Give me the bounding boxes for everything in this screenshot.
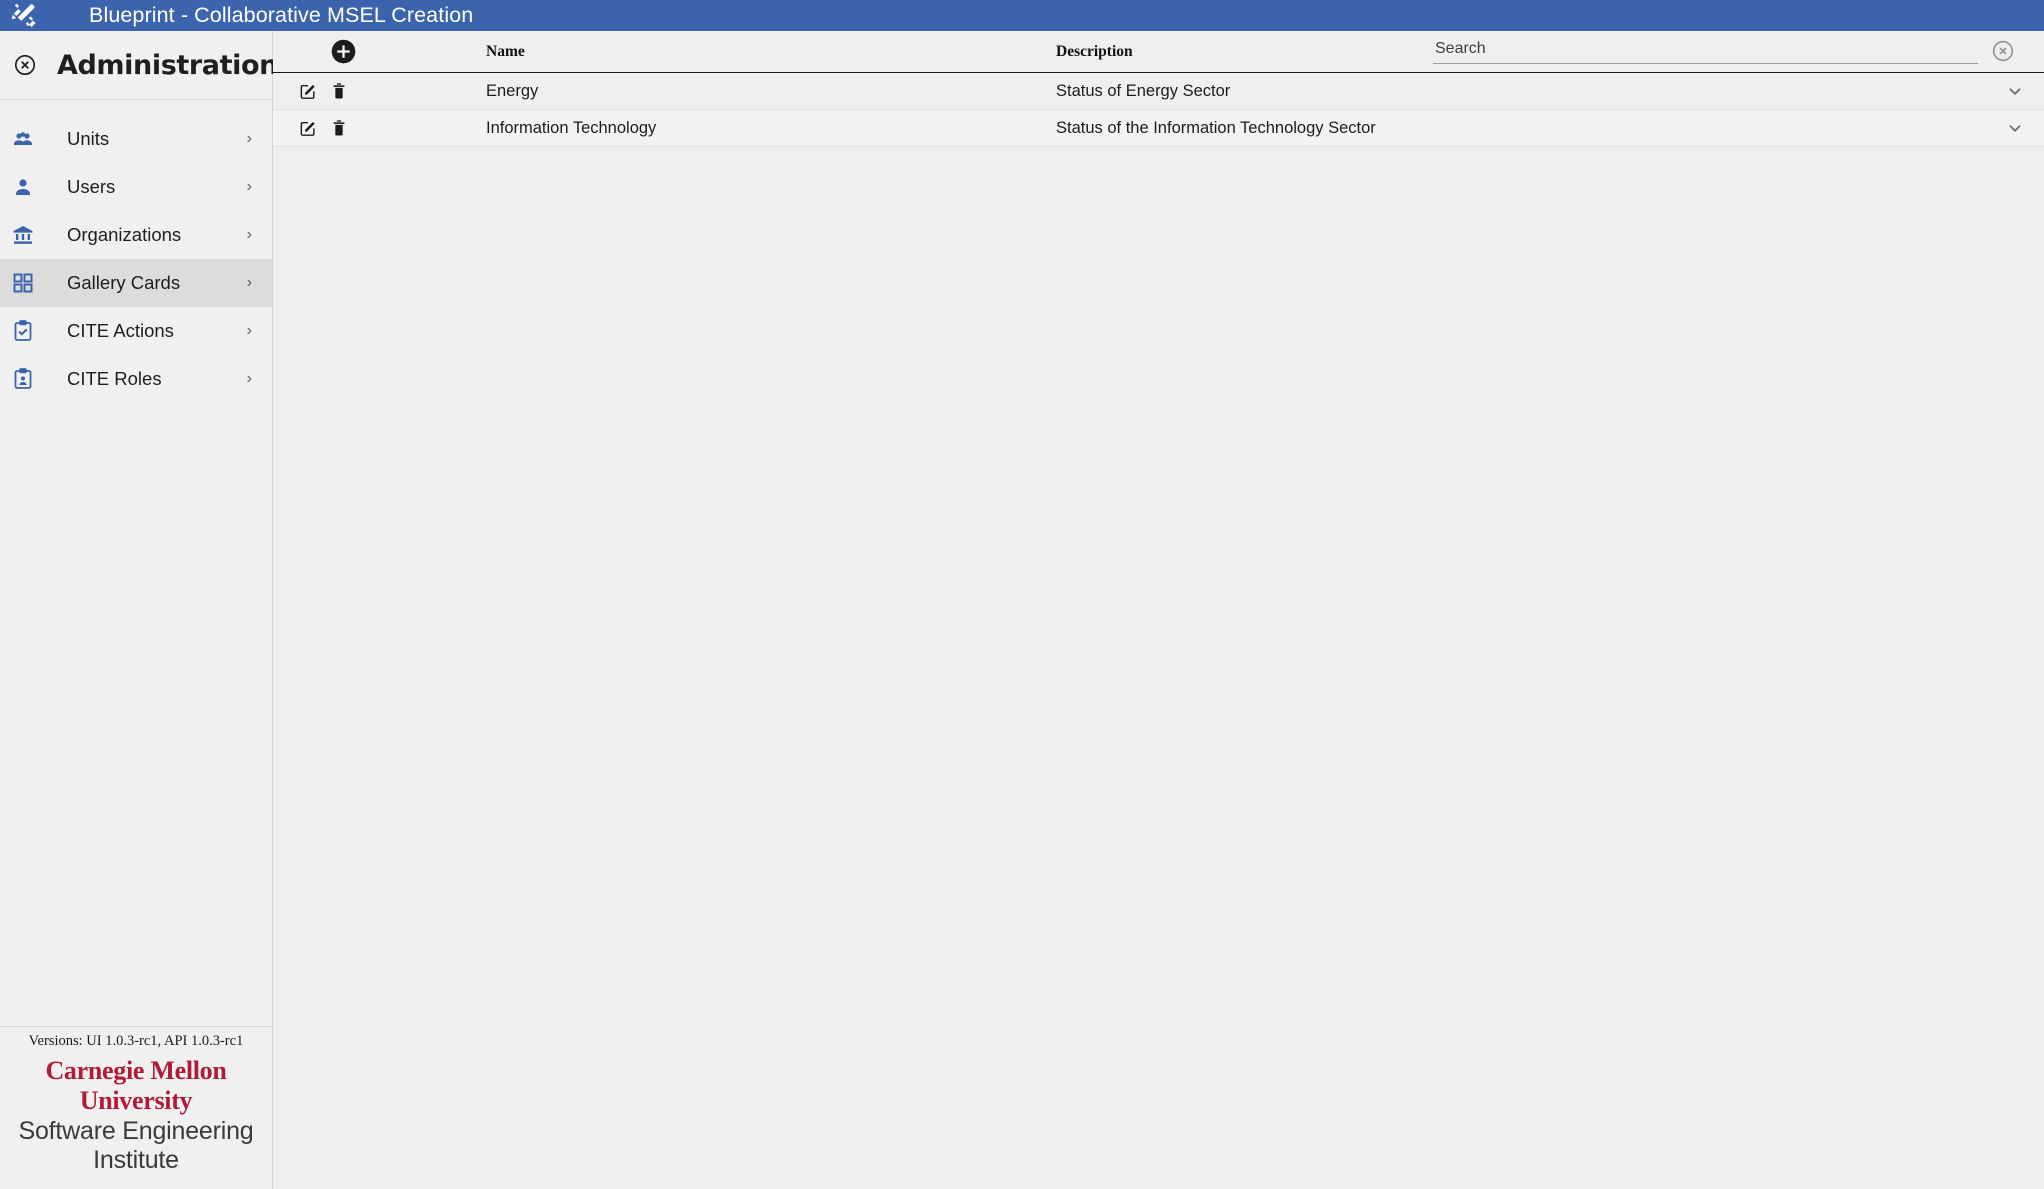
- sidebar-item-cite-roles[interactable]: CITE Roles ›: [0, 355, 272, 403]
- column-header-description: Description: [1056, 42, 1133, 60]
- chevron-down-icon[interactable]: [2004, 80, 2026, 102]
- design-tools-icon[interactable]: [8, 0, 39, 31]
- sidebar-footer: Versions: UI 1.0.3-rc1, API 1.0.3-rc1 Ca…: [0, 1026, 272, 1189]
- close-circle-icon[interactable]: [12, 52, 38, 78]
- chevron-down-icon[interactable]: [2004, 117, 2026, 139]
- bank-building-icon: [10, 222, 36, 248]
- column-header-name: Name: [486, 42, 525, 60]
- search-field: [1433, 39, 2014, 64]
- sidebar-item-label: Organizations: [67, 224, 182, 245]
- person-icon: [10, 174, 36, 200]
- sidebar-item-label: Users: [67, 176, 116, 197]
- row-description: Status of the Information Technology Sec…: [1056, 118, 1376, 137]
- trash-icon[interactable]: [329, 81, 349, 101]
- sidebar-item-users[interactable]: Users ›: [0, 163, 272, 211]
- sei-logo-text: Software Engineering Institute: [18, 1117, 254, 1174]
- cmu-logo-text: Carnegie Mellon University: [45, 1056, 227, 1115]
- clipboard-person-icon: [10, 366, 36, 392]
- edit-square-icon[interactable]: [298, 81, 318, 101]
- row-name: Energy: [486, 81, 539, 100]
- chevron-right-icon: ›: [246, 370, 252, 387]
- chevron-right-icon: ›: [246, 178, 252, 195]
- grid-cards-icon: [10, 270, 36, 296]
- sidebar-item-units[interactable]: Units ›: [0, 115, 272, 163]
- main-content: Name Description Search Energy Status of…: [273, 31, 2044, 1189]
- table-header: Name Description: [273, 31, 2044, 73]
- sidebar-item-organizations[interactable]: Organizations ›: [0, 211, 272, 259]
- table-row[interactable]: Information Technology Status of the Inf…: [273, 110, 2044, 147]
- sidebar-item-label: CITE Actions: [67, 320, 174, 341]
- sidebar-item-cite-actions[interactable]: CITE Actions ›: [0, 307, 272, 355]
- sidebar: Administration Units › Users › Organizat…: [0, 31, 278, 1189]
- row-name: Information Technology: [486, 118, 657, 137]
- add-circle-icon[interactable]: [329, 38, 357, 66]
- table-row[interactable]: Energy Status of Energy Sector: [273, 73, 2044, 110]
- chevron-right-icon: ›: [246, 130, 252, 147]
- clipboard-check-icon: [10, 318, 36, 344]
- app-title: Blueprint - Collaborative MSEL Creation: [89, 3, 474, 27]
- version-text: Versions: UI 1.0.3-rc1, API 1.0.3-rc1: [28, 1033, 244, 1049]
- chevron-right-icon: ›: [246, 322, 252, 339]
- trash-icon[interactable]: [329, 118, 349, 138]
- row-description: Status of Energy Sector: [1056, 81, 1231, 100]
- search-input[interactable]: [1433, 39, 1978, 64]
- chevron-right-icon: ›: [246, 226, 252, 243]
- sidebar-item-label: Gallery Cards: [67, 272, 181, 293]
- sidebar-item-gallery-cards[interactable]: Gallery Cards ›: [0, 259, 272, 307]
- chevron-right-icon: ›: [246, 274, 252, 291]
- sidebar-item-label: Units: [67, 128, 110, 149]
- sidebar-item-label: CITE Roles: [67, 368, 162, 389]
- app-bar: Blueprint - Collaborative MSEL Creation: [0, 0, 2044, 31]
- clear-circle-icon[interactable]: [1990, 38, 2016, 64]
- group-people-icon: [10, 126, 36, 152]
- page-title: Administration: [57, 49, 278, 81]
- sidebar-header: Administration: [0, 31, 278, 100]
- edit-square-icon[interactable]: [298, 118, 318, 138]
